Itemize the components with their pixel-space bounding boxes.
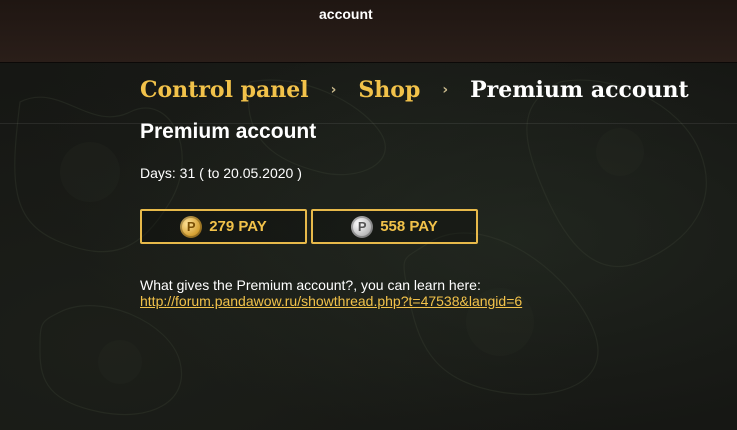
premium-days-info: Days: 31 ( to 20.05.2020 ) <box>140 165 302 181</box>
gold-coin-icon: P <box>180 215 203 238</box>
breadcrumb-separator: › <box>442 82 449 98</box>
header-divider <box>0 123 737 124</box>
breadcrumb: Control panel › Shop › Premium account <box>140 76 689 104</box>
pay-button-558[interactable]: P 558 PAY <box>311 209 478 244</box>
map-background-texture <box>14 79 707 416</box>
premium-info-text: What gives the Premium account?, you can… <box>140 277 481 293</box>
forum-link[interactable]: http://forum.pandawow.ru/showthread.php?… <box>140 293 522 309</box>
pay-button-label: 279 PAY <box>209 218 267 235</box>
pay-buttons: P 279 PAY P 558 PAY <box>140 209 482 244</box>
header-text: account <box>319 6 373 22</box>
top-header-bar: account <box>0 0 737 63</box>
breadcrumb-separator: › <box>330 82 337 98</box>
silver-coin-icon: P <box>351 215 374 238</box>
page-title: Premium account <box>140 120 317 143</box>
pay-button-279[interactable]: P 279 PAY <box>140 209 307 244</box>
page: account Control panel › Shop › Premium a… <box>0 0 737 430</box>
breadcrumb-shop-link[interactable]: Shop <box>358 76 420 104</box>
breadcrumb-control-panel-link[interactable]: Control panel <box>140 76 309 104</box>
pay-button-label: 558 PAY <box>380 218 438 235</box>
breadcrumb-current: Premium account <box>470 77 689 103</box>
